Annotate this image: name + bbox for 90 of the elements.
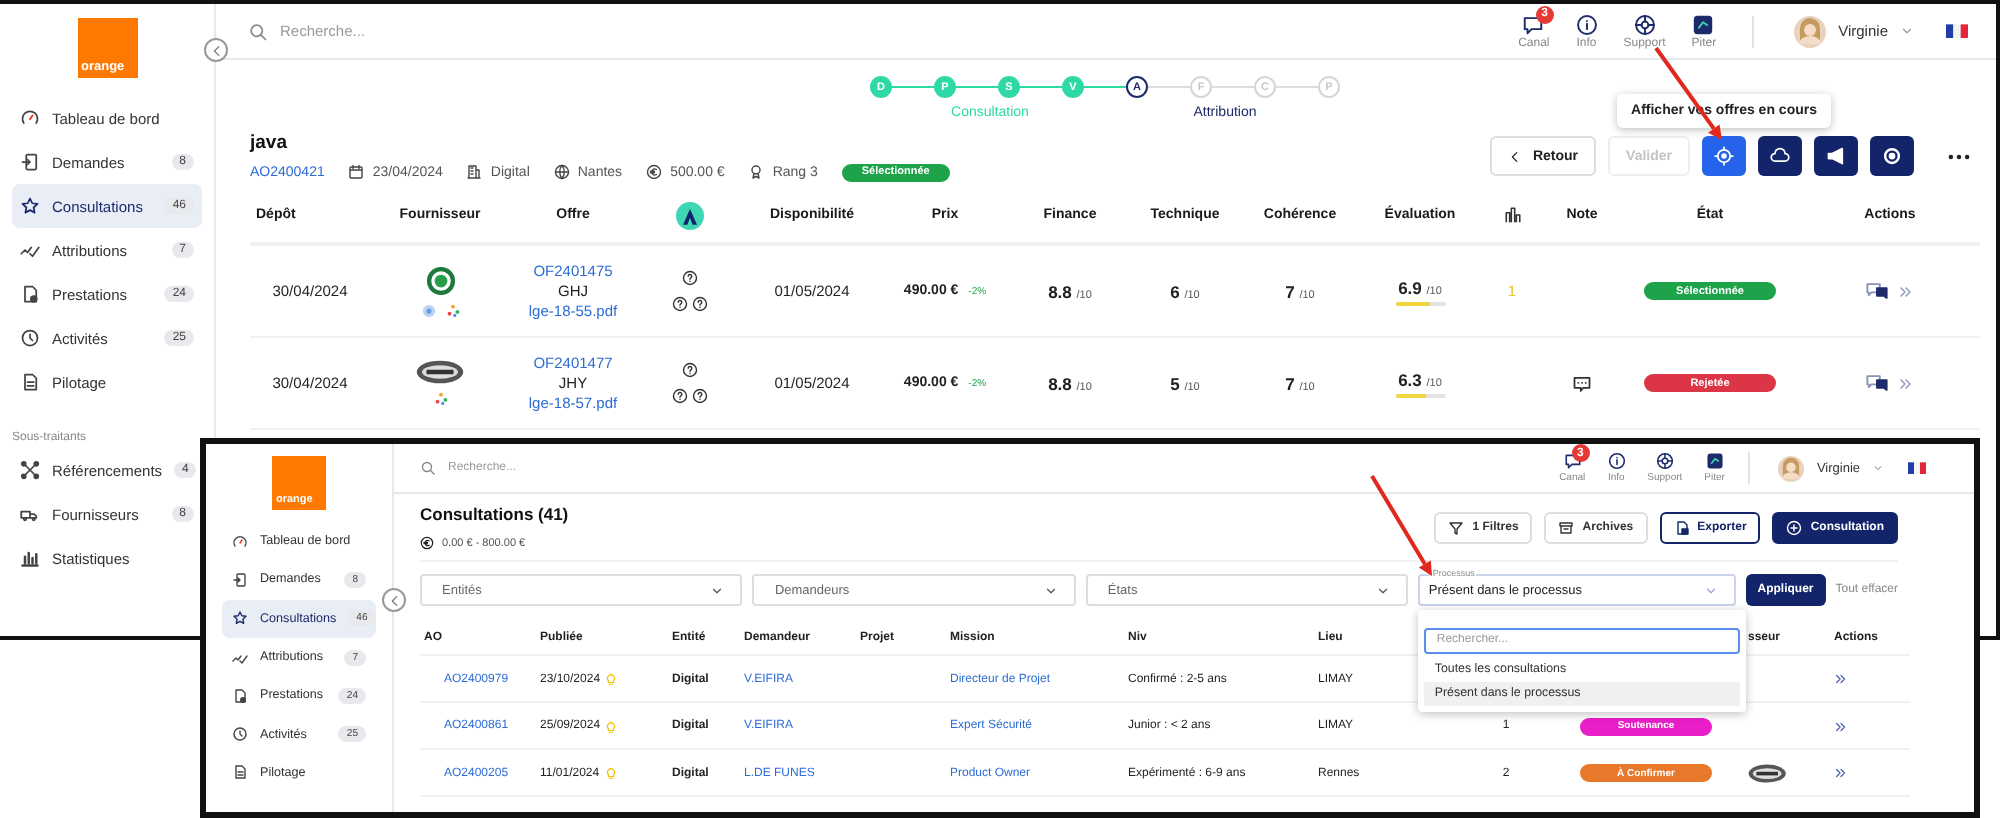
avatar-icon[interactable] [1778, 455, 1805, 481]
megaphone-icon [1826, 146, 1846, 166]
page-title: Consultations (41) [420, 504, 569, 524]
chevron-icon[interactable] [1834, 719, 1848, 734]
flag-icon[interactable] [1946, 23, 1968, 39]
chevron-icon [387, 593, 401, 607]
tool-icon [1705, 452, 1724, 470]
nav-icon [20, 284, 40, 304]
calendar-icon [348, 164, 365, 180]
avatar-icon[interactable] [1794, 15, 1827, 47]
filter-icon [1448, 519, 1465, 535]
round-logo-icon [425, 265, 455, 295]
chevron-icon [209, 43, 223, 57]
icon-button[interactable] [1870, 136, 1914, 176]
search-icon [420, 460, 436, 476]
nav-icon [20, 152, 40, 172]
bulb-icon [604, 719, 619, 734]
euro-icon [646, 164, 663, 180]
chevron-icon[interactable] [1898, 375, 1914, 391]
nav-icon [232, 687, 248, 704]
export-icon [1673, 519, 1690, 535]
chevron-icon[interactable] [1834, 672, 1848, 687]
tool-icon [1655, 452, 1674, 470]
ring-icon [1882, 146, 1902, 166]
nav-icon [20, 460, 40, 480]
medal-icon [748, 164, 765, 180]
nav-icon [20, 108, 40, 128]
bulb-icon [603, 766, 618, 781]
tool-icon [1633, 13, 1656, 35]
caret-icon [1376, 583, 1391, 597]
caret-icon [710, 583, 725, 597]
help-icon[interactable] [682, 270, 698, 286]
euro-icon [420, 536, 434, 550]
nav-icon [20, 196, 40, 216]
target-icon [1714, 146, 1734, 166]
caret-icon [1900, 24, 1914, 38]
chat-icon[interactable] [1866, 280, 1888, 302]
plus-icon [1786, 519, 1803, 535]
tool-icon [1607, 452, 1626, 470]
collapse-button[interactable] [204, 38, 228, 62]
help-icon[interactable] [672, 388, 688, 404]
nav-icon [232, 726, 248, 743]
icon-button[interactable] [1814, 136, 1858, 176]
nav-icon [232, 610, 248, 627]
dots-icon [445, 303, 459, 317]
arrow [1370, 474, 1432, 576]
help-icon[interactable] [672, 296, 688, 312]
icon-button[interactable] [1758, 136, 1802, 176]
logo-icon [676, 201, 704, 229]
tool-icon [1575, 13, 1598, 35]
help-icon[interactable] [692, 296, 708, 312]
help-icon[interactable] [682, 362, 698, 378]
nav-icon [20, 328, 40, 348]
nav-icon [232, 764, 248, 781]
page-title: java [250, 131, 290, 153]
oval-logo-icon [416, 360, 464, 384]
archive-icon [1558, 519, 1575, 535]
nav-icon [20, 548, 40, 568]
step-connector [1084, 86, 1126, 88]
chevron-icon[interactable] [1898, 283, 1914, 299]
ranking-icon [1503, 206, 1521, 224]
nav-icon [232, 571, 248, 588]
chevron-icon[interactable] [1834, 766, 1848, 781]
flag-icon[interactable] [1908, 461, 1926, 475]
chat-icon[interactable] [1866, 372, 1888, 394]
caret-icon [1872, 462, 1884, 474]
caret-icon [1043, 583, 1058, 597]
tool-icon [1692, 13, 1715, 35]
oval-logo-icon [1748, 763, 1787, 784]
building-icon [466, 164, 483, 180]
search-icon [248, 21, 268, 41]
comment-icon[interactable] [1572, 373, 1592, 393]
chevron-icon [1508, 149, 1523, 163]
caret-icon [1703, 583, 1718, 597]
collapse-button[interactable] [382, 588, 406, 612]
globe-icon [553, 164, 570, 180]
help-icon[interactable] [692, 388, 708, 404]
step-connector [1020, 86, 1062, 88]
step-connector [1276, 86, 1318, 88]
dots-icon [433, 392, 447, 406]
nav-icon [232, 533, 248, 550]
nav-icon [20, 372, 40, 392]
step-connector [1212, 86, 1254, 88]
disc-icon [421, 303, 435, 317]
step-connector [956, 86, 998, 88]
bulb-icon [604, 672, 619, 687]
tool-icon [1522, 13, 1545, 35]
cloud-icon [1770, 146, 1790, 166]
step-connector [1148, 86, 1190, 88]
step-connector [892, 86, 934, 88]
